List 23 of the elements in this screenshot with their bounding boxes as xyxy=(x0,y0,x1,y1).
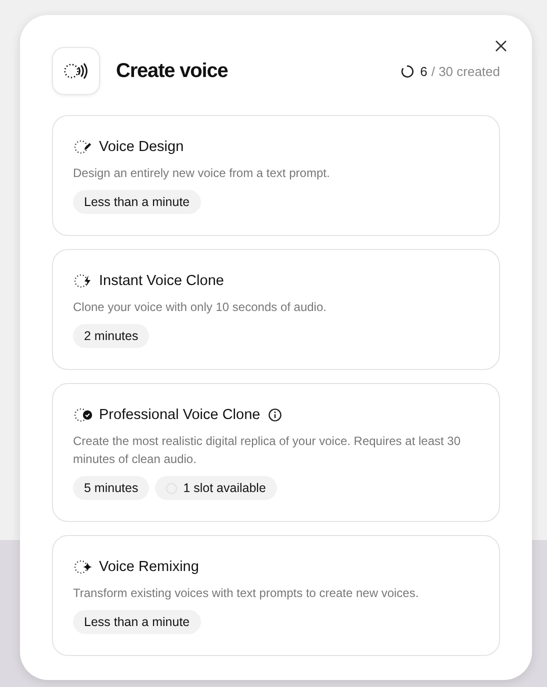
option-description: Clone your voice with only 10 seconds of audio. xyxy=(73,299,328,316)
option-card[interactable]: Professional Voice Clone Create the most realistic digital replica of your voice. Requires at least 30 minutes of clean audio. 5 minutes 1 slot available xyxy=(52,383,500,522)
voice-icon xyxy=(52,47,100,95)
duration-tag: 2 minutes xyxy=(73,324,150,348)
option-title: Professional Voice Clone xyxy=(99,407,260,423)
option-description: Transform existing voices with text prompts to create new voices. xyxy=(73,585,420,602)
option-description: Create the most realistic digital replica of your voice. Requires at least 30 minutes of clean audio. xyxy=(73,433,462,468)
duration-tag: Less than a minute xyxy=(73,610,201,634)
option-card[interactable]: Voice Remixing Transform existing voices with text prompts to create new voices. Less than a minute xyxy=(52,535,500,656)
option-card[interactable]: Instant Voice Clone Clone your voice with only 10 seconds of audio. 2 minutes xyxy=(52,249,500,370)
created-limit: / 30 created xyxy=(431,64,500,78)
option-title: Voice Remixing xyxy=(99,559,199,575)
created-count: 6 xyxy=(420,64,428,78)
dialog-title: Create voice xyxy=(116,60,228,82)
option-description: Design an entirely new voice from a text prompt. xyxy=(73,165,331,182)
option-title: Voice Design xyxy=(99,139,184,155)
slot-label: 1 slot available xyxy=(183,481,266,495)
progress-ring-icon xyxy=(401,64,414,78)
option-title: Instant Voice Clone xyxy=(99,273,224,289)
option-card[interactable]: Voice Design Design an entirely new voice from a text prompt. Less than a minute xyxy=(52,115,500,236)
info-icon[interactable] xyxy=(268,408,282,422)
duration-tag: Less than a minute xyxy=(73,190,201,214)
duration-tag: 5 minutes xyxy=(73,476,150,500)
